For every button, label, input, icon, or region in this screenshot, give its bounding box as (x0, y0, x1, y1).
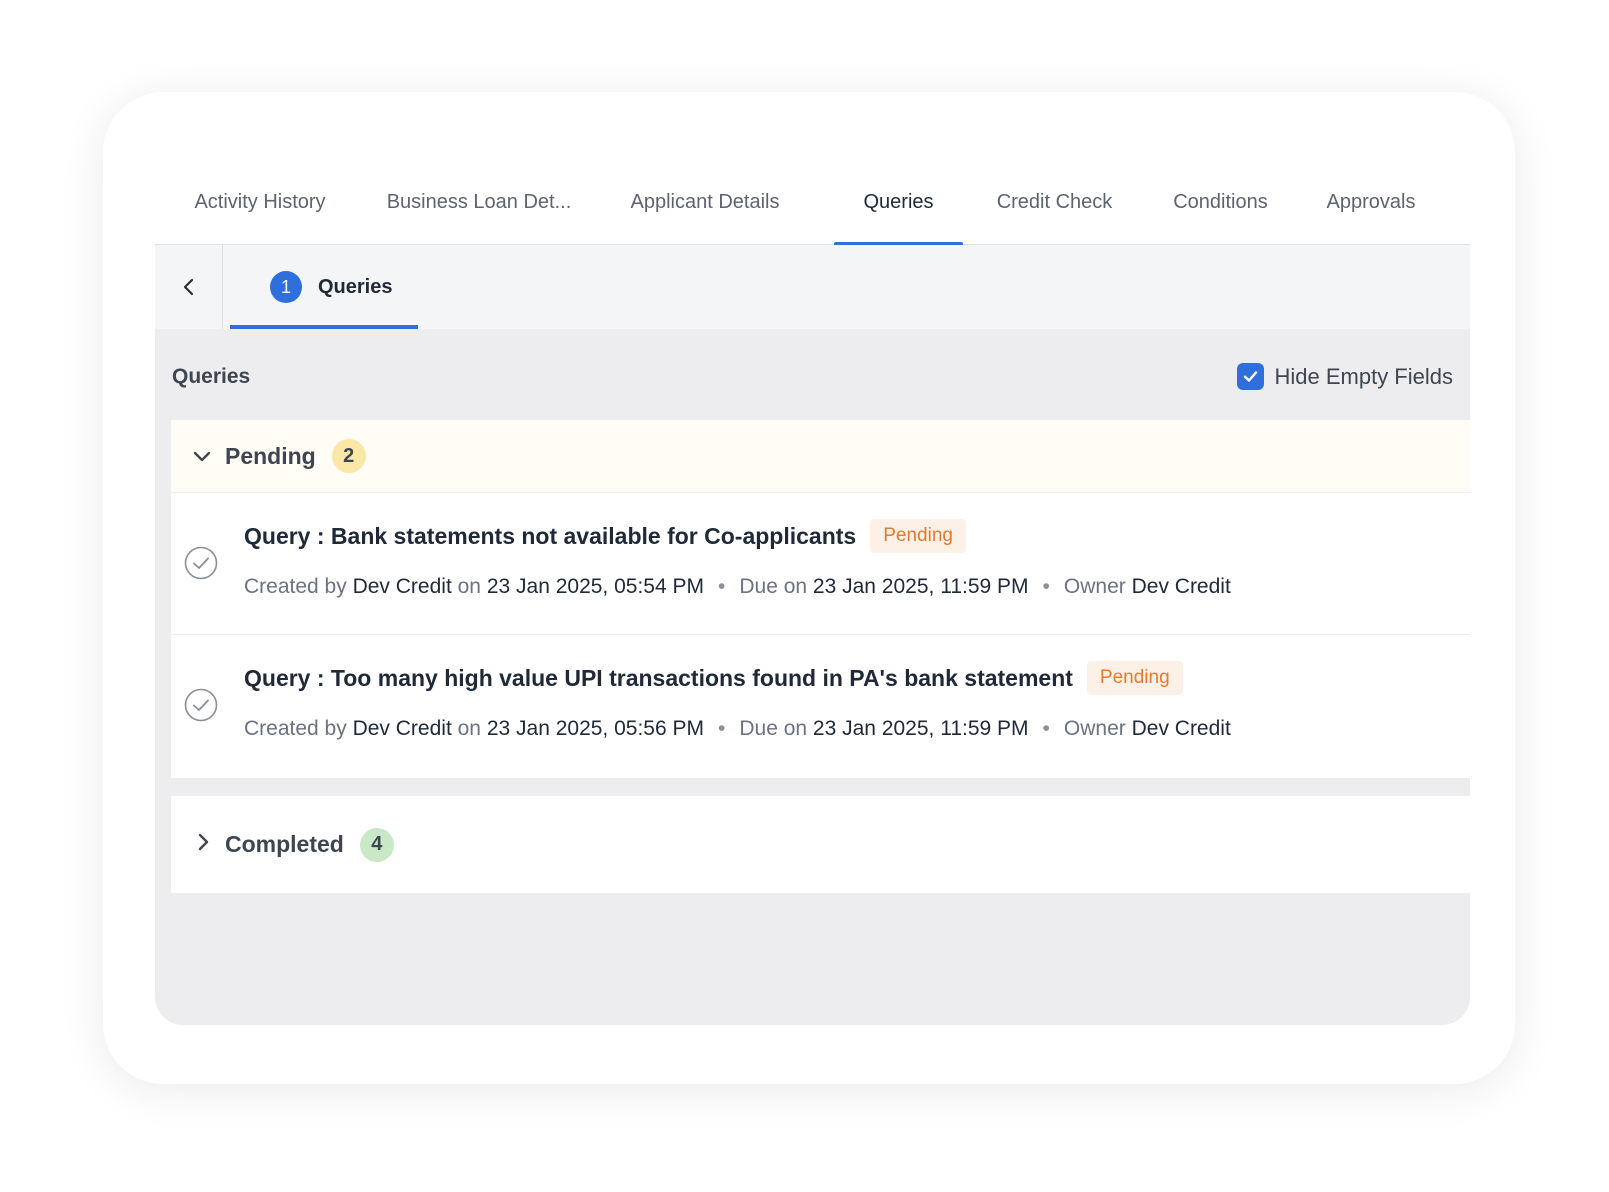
query-title-line: Query : Bank statements not available fo… (244, 519, 966, 553)
pending-count-badge: 2 (331, 439, 366, 473)
created-by-value: Dev Credit (352, 575, 452, 598)
separator-dot: • (718, 575, 726, 598)
tab-conditions[interactable]: Conditions (1167, 170, 1274, 245)
step-queries[interactable]: 1 Queries (230, 245, 418, 329)
on-label: on (457, 575, 481, 598)
step-bar: 1 Queries (155, 245, 1470, 329)
separator-dot: • (718, 717, 726, 740)
owner-label: Owner (1063, 717, 1126, 740)
step-label: Queries (318, 275, 393, 298)
on-label: on (457, 717, 481, 740)
query-item[interactable]: Query : Too many high value UPI transact… (171, 635, 1470, 777)
completed-group-header[interactable]: Completed 4 (171, 796, 1470, 893)
query-meta: Created by Dev Credit on 23 Jan 2025, 05… (244, 717, 1231, 741)
hide-empty-checkbox[interactable] (1237, 363, 1265, 390)
pending-group-header[interactable]: Pending 2 (171, 420, 1470, 493)
separator-dot: • (1042, 717, 1050, 740)
separator-dot: • (1042, 575, 1050, 598)
tab-approvals[interactable]: Approvals (1322, 170, 1420, 245)
pending-group: Pending 2 Query : Bank statements not av… (171, 420, 1470, 778)
section-title: Queries (172, 365, 251, 388)
query-item[interactable]: Query : Bank statements not available fo… (171, 493, 1470, 635)
due-on-value: 23 Jan 2025, 11:59 PM (812, 575, 1029, 598)
hide-empty-fields-toggle[interactable]: Hide Empty Fields (1237, 363, 1453, 390)
hide-empty-label: Hide Empty Fields (1274, 363, 1453, 389)
owner-value: Dev Credit (1131, 717, 1231, 740)
tab-credit-check[interactable]: Credit Check (990, 170, 1119, 245)
tab-business-loan-details[interactable]: Business Loan Det... (382, 170, 576, 245)
due-label: Due on (739, 717, 808, 740)
tab-queries[interactable]: Queries (834, 170, 963, 246)
due-label: Due on (739, 575, 808, 598)
check-circle-icon[interactable] (184, 688, 218, 722)
queries-panel: 1 Queries Queries Hide Empty Fields Pend… (155, 245, 1470, 1025)
status-badge: Pending (870, 519, 966, 553)
query-title[interactable]: Query : Too many high value UPI transact… (244, 665, 1073, 692)
chevron-left-icon (183, 278, 193, 296)
step-number: 1 (270, 271, 302, 303)
created-on-value: 23 Jan 2025, 05:56 PM (486, 717, 704, 740)
back-button[interactable] (155, 245, 223, 329)
created-on-value: 23 Jan 2025, 05:54 PM (486, 575, 704, 598)
owner-label: Owner (1063, 575, 1126, 598)
created-by-label: Created by (244, 717, 347, 740)
chevron-right-icon (193, 832, 213, 857)
query-title[interactable]: Query : Bank statements not available fo… (244, 523, 856, 550)
tab-bar: Activity History Business Loan Det... Ap… (155, 170, 1470, 246)
query-meta: Created by Dev Credit on 23 Jan 2025, 05… (244, 575, 1231, 599)
query-title-line: Query : Too many high value UPI transact… (244, 661, 1183, 695)
created-by-label: Created by (244, 575, 347, 598)
due-on-value: 23 Jan 2025, 11:59 PM (812, 717, 1029, 740)
completed-count-badge: 4 (359, 827, 394, 862)
tab-activity-history[interactable]: Activity History (187, 170, 333, 245)
pending-group-label: Pending (225, 442, 316, 469)
chevron-down-icon (191, 445, 213, 467)
completed-group-label: Completed (225, 831, 344, 857)
tab-applicant-details[interactable]: Applicant Details (624, 170, 786, 245)
checkmark-icon (1244, 371, 1258, 382)
status-badge: Pending (1086, 661, 1183, 695)
created-by-value: Dev Credit (352, 717, 452, 740)
check-circle-icon[interactable] (184, 546, 218, 580)
owner-value: Dev Credit (1131, 575, 1231, 598)
